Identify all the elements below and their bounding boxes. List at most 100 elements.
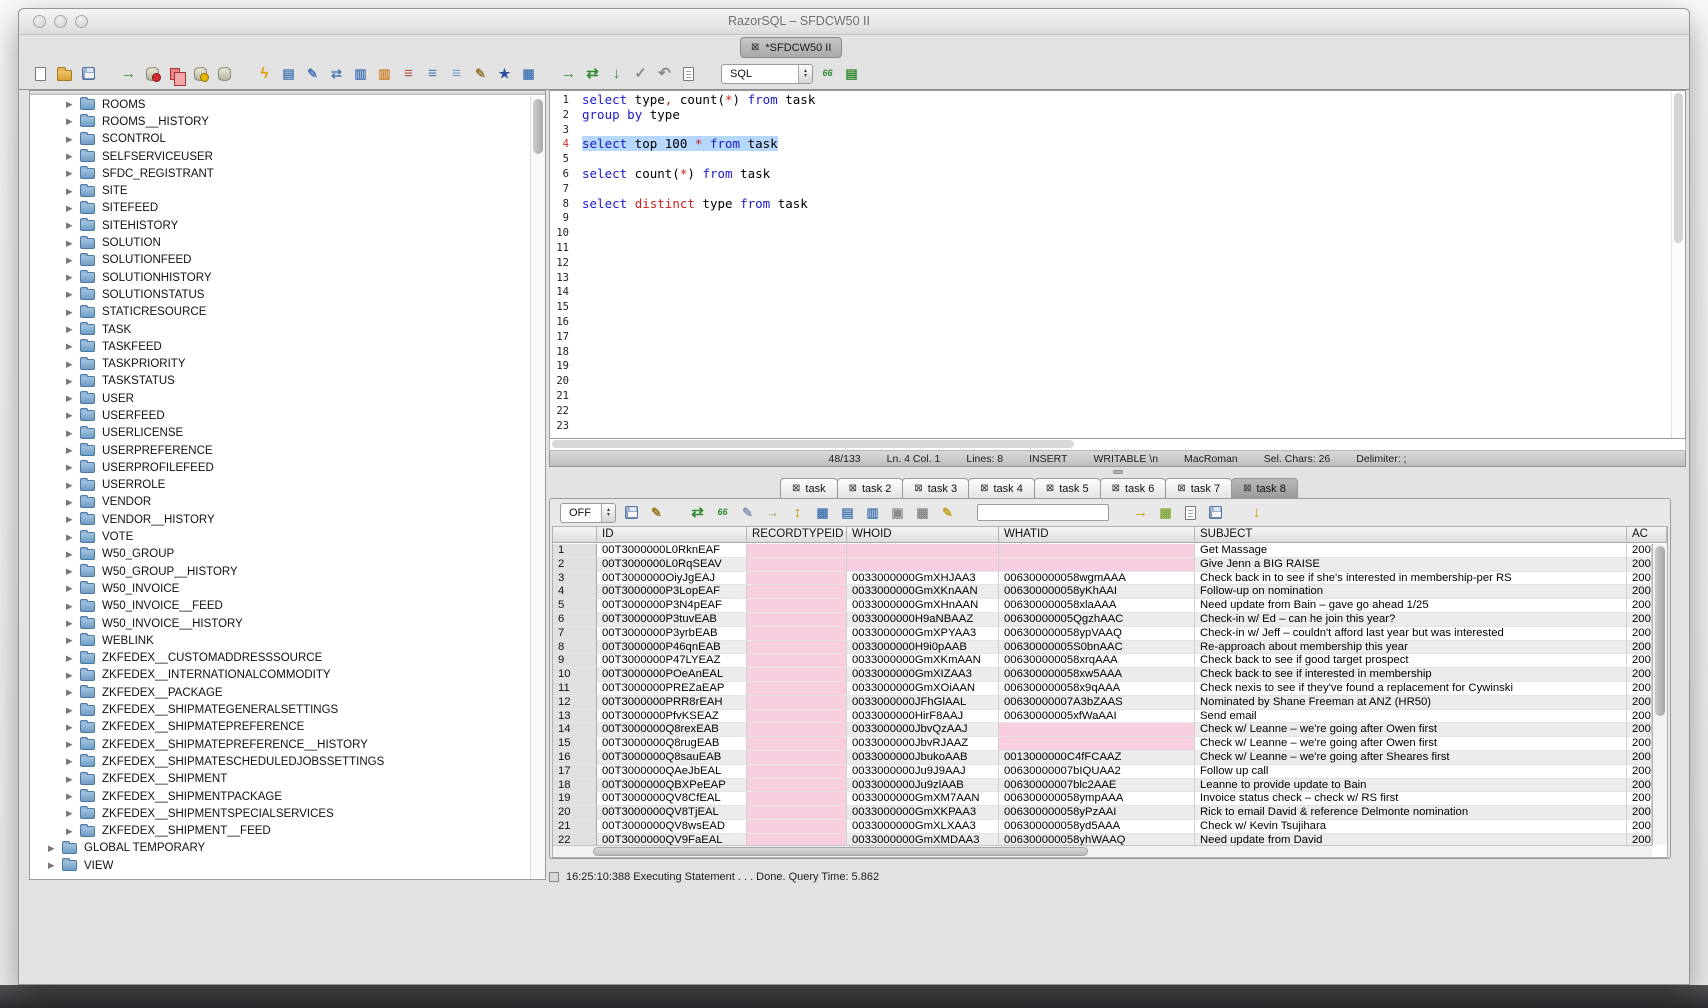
disclosure-triangle-icon[interactable]: ▶	[66, 393, 80, 404]
tree-table-item[interactable]: ▶ SOLUTIONHISTORY	[30, 269, 530, 286]
statement-type-select[interactable]: SQL ▴▾	[721, 64, 813, 84]
disclosure-triangle-icon[interactable]: ▶	[66, 116, 80, 127]
preview-glasses-icon[interactable]: 66	[713, 503, 732, 522]
disclosure-triangle-icon[interactable]: ▶	[66, 186, 80, 197]
connection-tab[interactable]: ⊠ *SFDCW50 II	[740, 37, 842, 58]
grid-view-icon[interactable]: ▤	[842, 64, 861, 83]
disclosure-triangle-icon[interactable]: ▶	[48, 843, 62, 854]
copy-rows-icon[interactable]: ▣	[888, 503, 907, 522]
result-row[interactable]: 14 00T3000000Q8rexEAB 0033000000JbvQzAAJ…	[553, 723, 1652, 737]
close-result-tab-icon[interactable]: ⊠	[849, 483, 857, 494]
tree-table-item[interactable]: ▶ SFDC_REGISTRANT	[30, 165, 530, 182]
result-row[interactable]: 2 00T3000000L0RqSEAV Give Jenn a BIG RAI…	[553, 558, 1652, 572]
export-list-icon[interactable]: ≡	[423, 64, 442, 83]
tree-table-item[interactable]: ▶ SOLUTIONFEED	[30, 252, 530, 269]
column-header-id[interactable]: ID	[597, 527, 747, 542]
disclosure-triangle-icon[interactable]: ▶	[66, 774, 80, 785]
tree-table-item[interactable]: ▶ ZKFEDEX__SHIPMENT__FEED	[30, 822, 530, 839]
column-header-rownum[interactable]	[553, 527, 597, 542]
disclosure-triangle-icon[interactable]: ▶	[66, 566, 80, 577]
stepper-icon[interactable]: ▴▾	[798, 65, 812, 83]
save-results-icon[interactable]	[622, 503, 641, 522]
tree-table-item[interactable]: ▶ VOTE	[30, 528, 530, 545]
result-row[interactable]: 4 00T3000000P3LopEAF 0033000000GmXKnAAN …	[553, 585, 1652, 599]
tree-table-item[interactable]: ▶ TASK	[30, 321, 530, 338]
results-tab-task[interactable]: ⊠ task	[780, 478, 838, 499]
new-connection-icon[interactable]	[191, 64, 210, 83]
tree-table-item[interactable]: ▶ ZKFEDEX__SHIPMATEPREFERENCE__HISTORY	[30, 736, 530, 753]
table-page-icon[interactable]: ▥	[863, 503, 882, 522]
result-row[interactable]: 5 00T3000000P3N4pEAF 0033000000GmXHnAAN …	[553, 599, 1652, 613]
editor-hscrollbar[interactable]	[549, 439, 1686, 451]
tree-table-item[interactable]: ▶ W50_INVOICE__FEED	[30, 598, 530, 615]
result-row[interactable]: 6 00T3000000P3tuvEAB 0033000000H9aNBAAZ …	[553, 613, 1652, 627]
result-row[interactable]: 10 00T3000000POeAnEAL 0033000000GmXIZAA3…	[553, 668, 1652, 682]
tree-table-item[interactable]: ▶ W50_GROUP__HISTORY	[30, 563, 530, 580]
go-forward-icon[interactable]: →	[559, 64, 578, 83]
disclosure-triangle-icon[interactable]: ▶	[66, 618, 80, 629]
result-row[interactable]: 3 00T3000000OiyJgEAJ 0033000000GmXHJAA3 …	[553, 572, 1652, 586]
column-header-whatid[interactable]: WHATID	[999, 527, 1195, 542]
disclosure-triangle-icon[interactable]: ▶	[66, 255, 80, 266]
disclosure-triangle-icon[interactable]: ▶	[66, 410, 80, 421]
results-hscrollbar-thumb[interactable]	[593, 847, 1088, 856]
fetch-down-icon[interactable]: ↓	[607, 64, 626, 83]
tree-scrollbar[interactable]	[530, 96, 545, 879]
results-tab-task-4[interactable]: ⊠ task 4	[968, 478, 1035, 499]
tree-table-item[interactable]: ▶ STATICRESOURCE	[30, 304, 530, 321]
insert-row-icon[interactable]: →	[763, 503, 782, 522]
result-row[interactable]: 11 00T3000000PREZaEAP 0033000000GmXOiAAN…	[553, 682, 1652, 696]
reload-table-icon[interactable]: ▦	[813, 503, 832, 522]
disclosure-triangle-icon[interactable]: ▶	[48, 860, 62, 871]
database-icon[interactable]	[215, 64, 234, 83]
refresh-results-icon[interactable]: ⇄	[688, 503, 707, 522]
edit-pencil-icon[interactable]: ✎	[471, 64, 490, 83]
tree-table-item[interactable]: ▶ USERPROFILEFEED	[30, 459, 530, 476]
disclosure-triangle-icon[interactable]: ▶	[66, 480, 80, 491]
results-tab-task-2[interactable]: ⊠ task 2	[837, 478, 904, 499]
disclosure-triangle-icon[interactable]: ▶	[66, 462, 80, 473]
disclosure-triangle-icon[interactable]: ▶	[66, 289, 80, 300]
column-header-recordtypeid[interactable]: RECORDTYPEID	[747, 527, 847, 542]
result-row[interactable]: 20 00T3000000QV8TjEAL 0033000000GmXKPAA3…	[553, 806, 1652, 820]
tree-table-item[interactable]: ▶ SOLUTION	[30, 234, 530, 251]
save-icon[interactable]	[79, 64, 98, 83]
result-row[interactable]: 19 00T3000000QV8CfEAL 0033000000GmXM7AAN…	[553, 792, 1652, 806]
disclosure-triangle-icon[interactable]: ▶	[66, 791, 80, 802]
disclosure-triangle-icon[interactable]: ▶	[66, 549, 80, 560]
result-row[interactable]: 17 00T3000000QAeJbEAL 0033000000Ju9J9AAJ…	[553, 765, 1652, 779]
copy-table-icon[interactable]: ▦	[913, 503, 932, 522]
tree-table-item[interactable]: ▶ USERFEED	[30, 407, 530, 424]
disclosure-triangle-icon[interactable]: ▶	[66, 601, 80, 612]
disclosure-triangle-icon[interactable]: ▶	[66, 670, 80, 681]
results-tab-task-8[interactable]: ⊠ task 8	[1231, 478, 1298, 499]
close-result-tab-icon[interactable]: ⊠	[1112, 483, 1120, 494]
save-all-results-icon[interactable]	[1206, 503, 1225, 522]
minimize-button[interactable]	[54, 15, 67, 28]
disclosure-triangle-icon[interactable]: ▶	[66, 826, 80, 837]
sort-rows-icon[interactable]: ↕	[788, 503, 807, 522]
tree-top-scrollbar[interactable]	[30, 91, 545, 95]
new-note-icon[interactable]	[1181, 503, 1200, 522]
new-file-icon[interactable]	[31, 64, 50, 83]
tree-table-item[interactable]: ▶ TASKSTATUS	[30, 373, 530, 390]
results-list-icon[interactable]: ≡	[399, 64, 418, 83]
tree-table-item[interactable]: ▶ ZKFEDEX__SHIPMATEPREFERENCE	[30, 719, 530, 736]
book-blue-icon[interactable]: ▥	[351, 64, 370, 83]
book-orange-icon[interactable]: ▥	[375, 64, 394, 83]
result-row[interactable]: 12 00T3000000PRR8rEAH 0033000000JFhGlAAL…	[553, 696, 1652, 710]
close-result-tab-icon[interactable]: ⊠	[1243, 483, 1251, 494]
format-sql-icon[interactable]: ≡	[447, 64, 466, 83]
table-star-icon[interactable]: ▦	[519, 64, 538, 83]
tree-table-item[interactable]: ▶ TASKPRIORITY	[30, 355, 530, 372]
tree-table-item[interactable]: ▶ VENDOR	[30, 494, 530, 511]
results-scrollbar[interactable]	[1652, 544, 1667, 845]
edit-cell-icon[interactable]: ✎	[738, 503, 757, 522]
tree-table-item[interactable]: ▶ ZKFEDEX__SHIPMENTPACKAGE	[30, 788, 530, 805]
select-columns-icon[interactable]: ▤	[838, 503, 857, 522]
tree-table-item[interactable]: ▶ SITEHISTORY	[30, 217, 530, 234]
results-hscrollbar[interactable]	[553, 845, 1652, 857]
disclosure-triangle-icon[interactable]: ▶	[66, 272, 80, 283]
tree-table-item[interactable]: ▶ ZKFEDEX__SHIPMATEGENERALSETTINGS	[30, 701, 530, 718]
favorites-icon[interactable]: ★	[495, 64, 514, 83]
